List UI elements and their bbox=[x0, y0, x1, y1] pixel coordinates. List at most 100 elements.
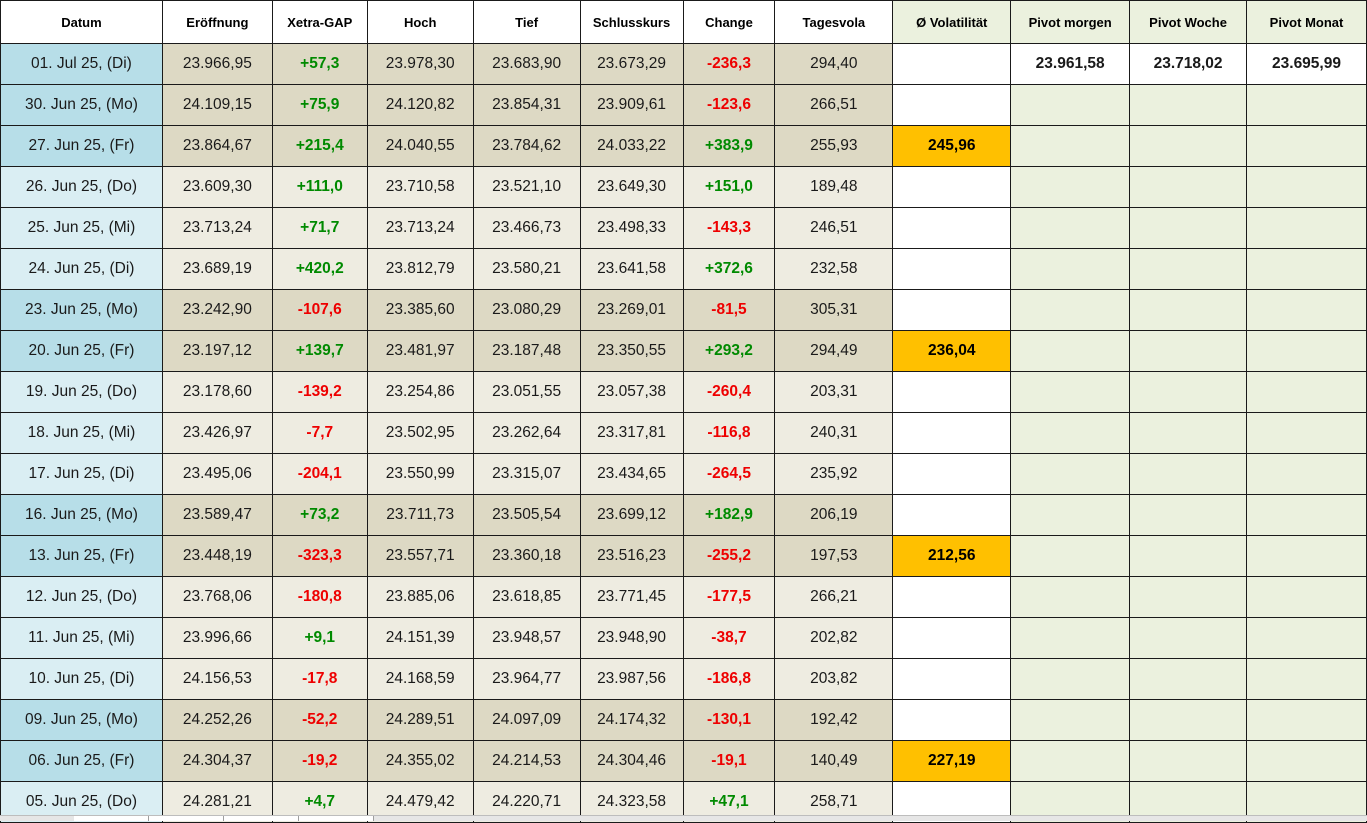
cell-tief[interactable]: 23.964,77 bbox=[472, 658, 581, 700]
cell-datum[interactable]: 16. Jun 25, (Mo) bbox=[0, 494, 163, 536]
cell-schlusskurs[interactable]: 23.498,33 bbox=[579, 207, 684, 249]
cell-pivot-woche[interactable] bbox=[1129, 371, 1248, 413]
cell-pivot-monat[interactable] bbox=[1246, 84, 1367, 126]
header-change[interactable]: Change bbox=[682, 0, 776, 44]
cell-pivot-woche[interactable] bbox=[1129, 576, 1248, 618]
cell-eroeffnung[interactable]: 23.768,06 bbox=[161, 576, 273, 618]
cell-change[interactable]: +293,2 bbox=[682, 330, 776, 372]
header-schlusskurs[interactable]: Schlusskurs bbox=[579, 0, 684, 44]
cell-tief[interactable]: 23.360,18 bbox=[472, 535, 581, 577]
cell-change[interactable]: -264,5 bbox=[682, 453, 776, 495]
cell-tief[interactable]: 24.097,09 bbox=[472, 699, 581, 741]
cell-pivot-monat[interactable] bbox=[1246, 535, 1367, 577]
cell-pivot-morgen[interactable] bbox=[1010, 453, 1131, 495]
cell-eroeffnung[interactable]: 23.495,06 bbox=[161, 453, 273, 495]
cell-pivot-morgen[interactable] bbox=[1010, 371, 1131, 413]
cell-xetra-gap[interactable]: -7,7 bbox=[271, 412, 368, 454]
cell-pivot-morgen[interactable] bbox=[1010, 740, 1131, 782]
cell-schlusskurs[interactable]: 23.434,65 bbox=[579, 453, 684, 495]
cell-tagesvola[interactable]: 197,53 bbox=[774, 535, 894, 577]
cell-change[interactable]: +151,0 bbox=[682, 166, 776, 208]
cell-pivot-morgen[interactable]: 23.961,58 bbox=[1010, 43, 1131, 85]
cell-avg-volatility[interactable]: 236,04 bbox=[892, 330, 1012, 372]
cell-change[interactable]: -19,1 bbox=[682, 740, 776, 782]
cell-change[interactable]: -123,6 bbox=[682, 84, 776, 126]
cell-pivot-woche[interactable] bbox=[1129, 412, 1248, 454]
cell-pivot-monat[interactable] bbox=[1246, 740, 1367, 782]
cell-pivot-morgen[interactable] bbox=[1010, 412, 1131, 454]
cell-datum[interactable]: 30. Jun 25, (Mo) bbox=[0, 84, 163, 126]
cell-hoch[interactable]: 24.355,02 bbox=[366, 740, 474, 782]
cell-datum[interactable]: 24. Jun 25, (Di) bbox=[0, 248, 163, 290]
cell-hoch[interactable]: 23.385,60 bbox=[366, 289, 474, 331]
cell-tief[interactable]: 23.521,10 bbox=[472, 166, 581, 208]
cell-hoch[interactable]: 23.713,24 bbox=[366, 207, 474, 249]
header-pivot-monat[interactable]: Pivot Monat bbox=[1246, 0, 1367, 44]
cell-change[interactable]: -177,5 bbox=[682, 576, 776, 618]
cell-pivot-monat[interactable] bbox=[1246, 330, 1367, 372]
cell-change[interactable]: -130,1 bbox=[682, 699, 776, 741]
cell-xetra-gap[interactable]: +71,7 bbox=[271, 207, 368, 249]
cell-avg-volatility[interactable] bbox=[892, 576, 1012, 618]
cell-xetra-gap[interactable]: +75,9 bbox=[271, 84, 368, 126]
cell-schlusskurs[interactable]: 23.641,58 bbox=[579, 248, 684, 290]
cell-tagesvola[interactable]: 255,93 bbox=[774, 125, 894, 167]
cell-hoch[interactable]: 23.254,86 bbox=[366, 371, 474, 413]
cell-pivot-morgen[interactable] bbox=[1010, 166, 1131, 208]
cell-hoch[interactable]: 24.151,39 bbox=[366, 617, 474, 659]
sheet-tab[interactable] bbox=[149, 816, 224, 821]
cell-change[interactable]: -186,8 bbox=[682, 658, 776, 700]
cell-tagesvola[interactable]: 140,49 bbox=[774, 740, 894, 782]
cell-pivot-woche[interactable] bbox=[1129, 535, 1248, 577]
cell-eroeffnung[interactable]: 24.304,37 bbox=[161, 740, 273, 782]
cell-tagesvola[interactable]: 235,92 bbox=[774, 453, 894, 495]
cell-xetra-gap[interactable]: -180,8 bbox=[271, 576, 368, 618]
cell-xetra-gap[interactable]: +111,0 bbox=[271, 166, 368, 208]
cell-datum[interactable]: 01. Jul 25, (Di) bbox=[0, 43, 163, 85]
cell-hoch[interactable]: 24.040,55 bbox=[366, 125, 474, 167]
cell-schlusskurs[interactable]: 23.269,01 bbox=[579, 289, 684, 331]
cell-pivot-monat[interactable] bbox=[1246, 658, 1367, 700]
cell-pivot-woche[interactable] bbox=[1129, 494, 1248, 536]
cell-datum[interactable]: 27. Jun 25, (Fr) bbox=[0, 125, 163, 167]
cell-pivot-morgen[interactable] bbox=[1010, 576, 1131, 618]
cell-change[interactable]: +182,9 bbox=[682, 494, 776, 536]
cell-pivot-woche[interactable] bbox=[1129, 125, 1248, 167]
cell-xetra-gap[interactable]: +139,7 bbox=[271, 330, 368, 372]
cell-hoch[interactable]: 23.557,71 bbox=[366, 535, 474, 577]
cell-schlusskurs[interactable]: 23.649,30 bbox=[579, 166, 684, 208]
cell-schlusskurs[interactable]: 24.174,32 bbox=[579, 699, 684, 741]
cell-schlusskurs[interactable]: 23.699,12 bbox=[579, 494, 684, 536]
cell-pivot-monat[interactable] bbox=[1246, 494, 1367, 536]
cell-pivot-monat[interactable] bbox=[1246, 207, 1367, 249]
cell-change[interactable]: -38,7 bbox=[682, 617, 776, 659]
cell-pivot-morgen[interactable] bbox=[1010, 330, 1131, 372]
cell-datum[interactable]: 19. Jun 25, (Do) bbox=[0, 371, 163, 413]
cell-pivot-morgen[interactable] bbox=[1010, 699, 1131, 741]
cell-avg-volatility[interactable] bbox=[892, 617, 1012, 659]
cell-eroeffnung[interactable]: 23.689,19 bbox=[161, 248, 273, 290]
cell-tagesvola[interactable]: 189,48 bbox=[774, 166, 894, 208]
cell-tief[interactable]: 23.315,07 bbox=[472, 453, 581, 495]
cell-eroeffnung[interactable]: 23.426,97 bbox=[161, 412, 273, 454]
cell-eroeffnung[interactable]: 23.242,90 bbox=[161, 289, 273, 331]
header-hoch[interactable]: Hoch bbox=[366, 0, 474, 44]
cell-avg-volatility[interactable] bbox=[892, 412, 1012, 454]
cell-pivot-monat[interactable] bbox=[1246, 371, 1367, 413]
cell-pivot-monat[interactable] bbox=[1246, 166, 1367, 208]
cell-tief[interactable]: 23.466,73 bbox=[472, 207, 581, 249]
cell-pivot-morgen[interactable] bbox=[1010, 125, 1131, 167]
cell-hoch[interactable]: 23.481,97 bbox=[366, 330, 474, 372]
cell-avg-volatility[interactable] bbox=[892, 43, 1012, 85]
cell-eroeffnung[interactable]: 23.966,95 bbox=[161, 43, 273, 85]
cell-change[interactable]: -116,8 bbox=[682, 412, 776, 454]
cell-avg-volatility[interactable] bbox=[892, 84, 1012, 126]
cell-pivot-monat[interactable] bbox=[1246, 412, 1367, 454]
cell-hoch[interactable]: 23.812,79 bbox=[366, 248, 474, 290]
cell-pivot-morgen[interactable] bbox=[1010, 289, 1131, 331]
cell-tagesvola[interactable]: 240,31 bbox=[774, 412, 894, 454]
cell-eroeffnung[interactable]: 24.252,26 bbox=[161, 699, 273, 741]
cell-tagesvola[interactable]: 266,51 bbox=[774, 84, 894, 126]
cell-datum[interactable]: 25. Jun 25, (Mi) bbox=[0, 207, 163, 249]
cell-xetra-gap[interactable]: -107,6 bbox=[271, 289, 368, 331]
